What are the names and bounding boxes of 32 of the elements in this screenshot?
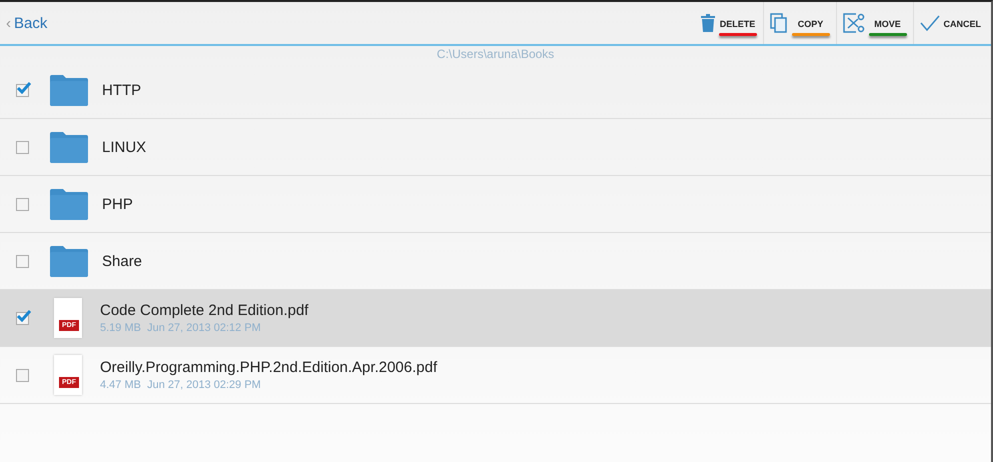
trash-icon <box>700 14 714 32</box>
checkbox[interactable] <box>16 140 29 154</box>
folder-icon <box>50 131 88 163</box>
file-name: PHP <box>102 196 133 212</box>
checkbox[interactable] <box>16 368 29 382</box>
copy-button[interactable]: COPY <box>764 2 836 44</box>
move-button[interactable]: MOVE <box>836 2 914 44</box>
file-details: 4.47 MB Jun 27, 2013 02:29 PM <box>100 379 262 391</box>
copy-icon <box>770 13 788 33</box>
scissors-icon <box>842 13 864 33</box>
back-button[interactable]: ‹ Back <box>2 14 52 32</box>
folder-path: C:\Users\aruna\Books <box>436 46 556 62</box>
file-name: LINUX <box>102 138 146 156</box>
checkbox[interactable] <box>16 198 29 210</box>
file-name: Oreilly.Programming.PHP.2nd.Edition.Apr.2006.pdf <box>100 359 438 376</box>
file-row[interactable]: HTTP <box>0 62 991 119</box>
folder-icon <box>50 74 88 106</box>
file-name: Code Complete 2nd Edition.pdf <box>100 302 308 319</box>
checkbox[interactable] <box>16 312 29 324</box>
folder-icon <box>50 245 88 277</box>
folder-icon <box>50 188 88 220</box>
file-name: Share <box>102 252 142 270</box>
file-row[interactable]: LINUX <box>0 119 991 176</box>
checkbox[interactable] <box>16 84 29 96</box>
checkbox[interactable] <box>16 254 29 268</box>
file-name: HTTP <box>102 82 142 98</box>
cancel-button[interactable]: CANCEL <box>914 2 987 44</box>
file-row[interactable]: PHP <box>0 176 991 233</box>
checkmark-icon <box>920 15 940 31</box>
chevron-icon: ‹ <box>6 14 11 32</box>
delete-button[interactable]: DELETE <box>694 2 764 44</box>
file-details: 5.19 MB Jun 27, 2013 02:12 PM <box>100 322 262 334</box>
